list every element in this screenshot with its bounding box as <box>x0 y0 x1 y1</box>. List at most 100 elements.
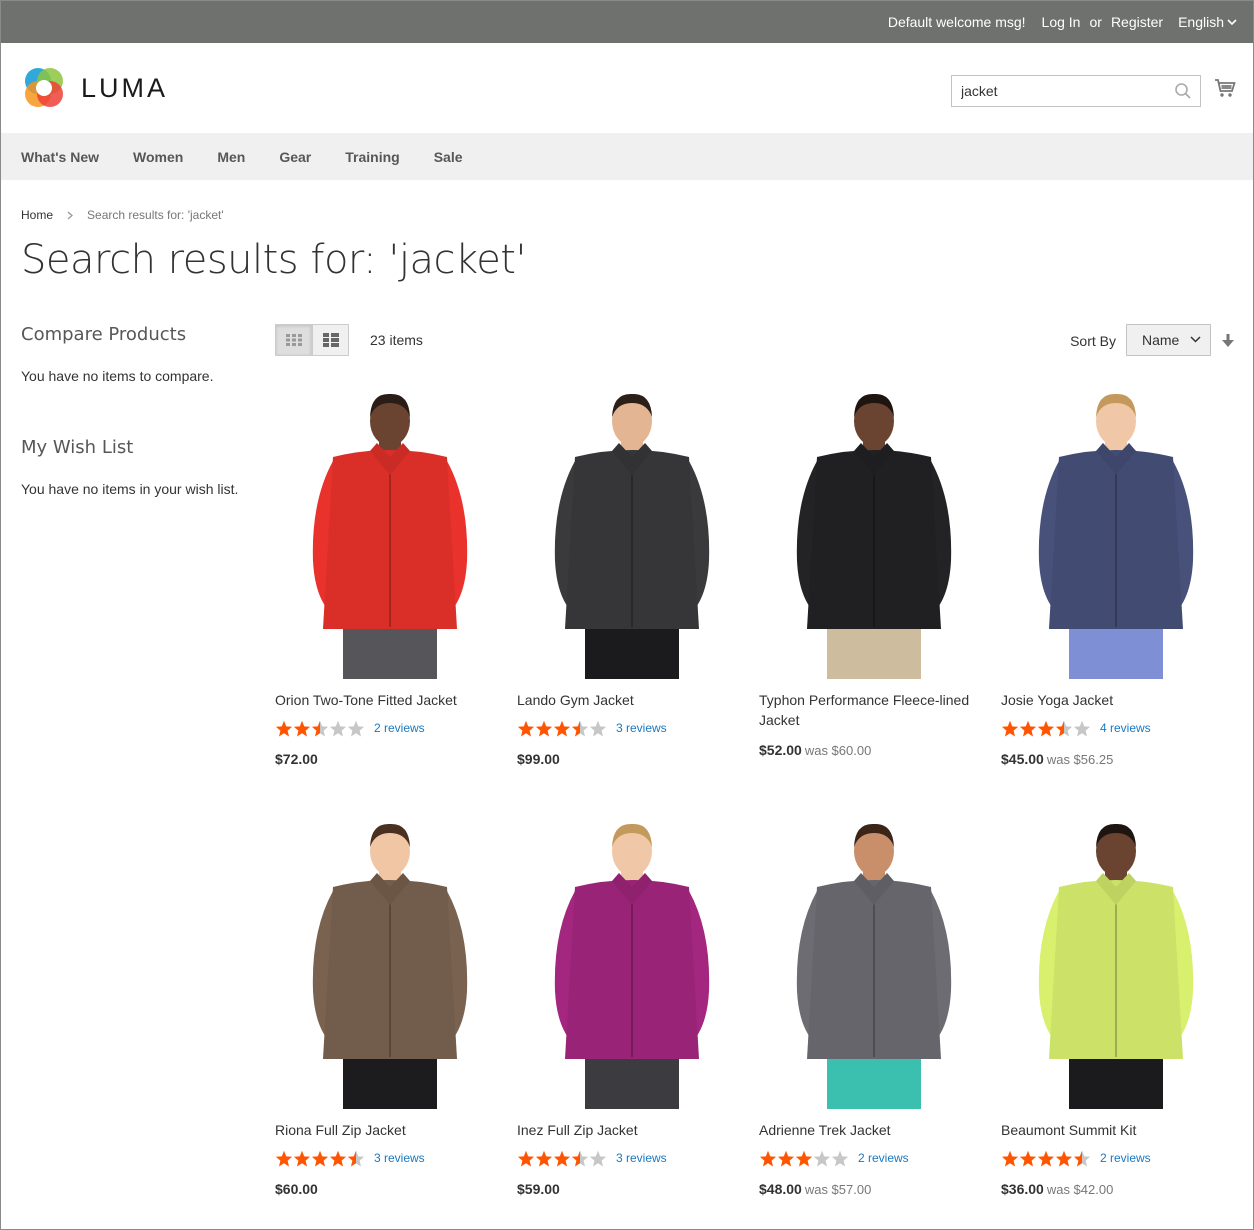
sort-by-label: Sort By <box>1070 333 1116 349</box>
product-name[interactable]: Orion Two-Tone Fitted Jacket <box>275 690 505 710</box>
star-icon <box>347 1150 365 1166</box>
or-text: or <box>1089 14 1102 30</box>
star-icon <box>553 720 571 736</box>
price-box: $59.00 <box>517 1181 747 1197</box>
product-card[interactable]: Typhon Performance Fleece-lined Jacket $5… <box>759 391 989 758</box>
old-price: was $57.00 <box>804 1182 872 1197</box>
old-price: was $42.00 <box>1046 1182 1114 1197</box>
product-rating: 3 reviews <box>517 719 747 737</box>
price-box: $72.00 <box>275 751 505 767</box>
nav-item-women[interactable]: Women <box>133 149 183 165</box>
breadcrumb: Home Search results for: 'jacket' <box>21 208 224 222</box>
language-switcher[interactable]: English <box>1178 14 1237 30</box>
rating-stars <box>1001 1150 1091 1167</box>
wishlist-block: My Wish List You have no items in your w… <box>21 437 241 499</box>
nav-item-training[interactable]: Training <box>345 149 399 165</box>
product-photo <box>554 393 710 679</box>
product-card[interactable]: Beaumont Summit Kit 2 reviews $36.00 was $4… <box>1001 821 1231 1197</box>
price-box: $48.00 was $57.00 <box>759 1181 989 1197</box>
star-icon <box>759 1150 777 1166</box>
star-icon <box>777 1150 795 1166</box>
reviews-link[interactable]: 2 reviews <box>374 721 425 735</box>
search-input[interactable] <box>961 76 1166 106</box>
product-card[interactable]: Adrienne Trek Jacket 2 reviews $48.00 was $… <box>759 821 989 1197</box>
reviews-link[interactable]: 4 reviews <box>1100 721 1151 735</box>
product-rating: 2 reviews <box>1001 1149 1231 1167</box>
star-icon <box>571 1150 589 1166</box>
product-name[interactable]: Lando Gym Jacket <box>517 690 747 710</box>
product-image[interactable] <box>759 391 989 679</box>
star-icon <box>329 720 347 736</box>
product-name[interactable]: Josie Yoga Jacket <box>1001 690 1231 710</box>
nav-item-men[interactable]: Men <box>217 149 245 165</box>
star-icon <box>311 720 329 736</box>
product-price: $45.00 <box>1001 751 1044 767</box>
product-name[interactable]: Typhon Performance Fleece-lined Jacket <box>759 690 989 730</box>
shopping-cart-icon[interactable] <box>1214 77 1236 99</box>
list-view-button[interactable] <box>312 324 349 356</box>
items-count: 23 items <box>370 332 423 348</box>
grid-view-button[interactable] <box>275 324 312 356</box>
star-icon <box>589 1150 607 1166</box>
rating-stars <box>275 720 365 737</box>
star-icon <box>1019 1150 1037 1166</box>
logo[interactable]: LUMA <box>21 65 168 111</box>
product-name[interactable]: Riona Full Zip Jacket <box>275 1120 505 1140</box>
price-box: $52.00 was $60.00 <box>759 742 989 758</box>
reviews-link[interactable]: 3 reviews <box>616 1151 667 1165</box>
search-field[interactable] <box>951 75 1201 107</box>
login-link[interactable]: Log In <box>1042 14 1081 30</box>
star-icon <box>1055 1150 1073 1166</box>
sort-direction-arrow-icon[interactable] <box>1222 334 1234 348</box>
product-rating: 3 reviews <box>517 1149 747 1167</box>
product-card[interactable]: Inez Full Zip Jacket 3 reviews $59.00 <box>517 821 747 1197</box>
breadcrumb-home[interactable]: Home <box>21 208 53 222</box>
search-icon[interactable] <box>1174 82 1192 100</box>
product-card[interactable]: Riona Full Zip Jacket 3 reviews $60.00 <box>275 821 505 1197</box>
product-card[interactable]: Josie Yoga Jacket 4 reviews $45.00 was $56.… <box>1001 391 1231 767</box>
product-photo <box>796 823 952 1109</box>
nav-item-gear[interactable]: Gear <box>279 149 311 165</box>
product-card[interactable]: Lando Gym Jacket 3 reviews $99.00 <box>517 391 747 767</box>
product-photo <box>796 393 952 679</box>
nav-item-sale[interactable]: Sale <box>434 149 463 165</box>
product-image[interactable] <box>1001 391 1231 679</box>
product-image[interactable] <box>275 821 505 1109</box>
rating-stars <box>275 1150 365 1167</box>
reviews-link[interactable]: 2 reviews <box>1100 1151 1151 1165</box>
product-name[interactable]: Inez Full Zip Jacket <box>517 1120 747 1140</box>
old-price: was $56.25 <box>1046 752 1114 767</box>
star-icon <box>1001 1150 1019 1166</box>
product-rating: 4 reviews <box>1001 719 1231 737</box>
register-link[interactable]: Register <box>1111 14 1163 30</box>
sort-by-value: Name <box>1142 332 1180 348</box>
product-image[interactable] <box>517 391 747 679</box>
product-image[interactable] <box>275 391 505 679</box>
nav-item-whats-new[interactable]: What's New <box>21 149 99 165</box>
old-price: was $60.00 <box>804 743 872 758</box>
star-icon <box>795 1150 813 1166</box>
price-box: $60.00 <box>275 1181 505 1197</box>
logo-text: LUMA <box>81 72 169 103</box>
sort-by-select[interactable]: Name <box>1126 324 1211 356</box>
star-icon <box>535 720 553 736</box>
product-photo <box>312 393 468 679</box>
product-name[interactable]: Beaumont Summit Kit <box>1001 1120 1231 1140</box>
product-name[interactable]: Adrienne Trek Jacket <box>759 1120 989 1140</box>
reviews-link[interactable]: 3 reviews <box>374 1151 425 1165</box>
reviews-link[interactable]: 3 reviews <box>616 721 667 735</box>
product-image[interactable] <box>1001 821 1231 1109</box>
reviews-link[interactable]: 2 reviews <box>858 1151 909 1165</box>
product-image[interactable] <box>759 821 989 1109</box>
product-card[interactable]: Orion Two-Tone Fitted Jacket 2 reviews $72… <box>275 391 505 767</box>
rating-stars <box>517 1150 607 1167</box>
price-box: $45.00 was $56.25 <box>1001 751 1231 767</box>
star-icon <box>571 720 589 736</box>
wishlist-empty-text: You have no items in your wish list. <box>21 481 239 497</box>
chevron-down-icon <box>1190 336 1201 343</box>
product-price: $99.00 <box>517 751 560 767</box>
star-icon <box>311 1150 329 1166</box>
product-price: $72.00 <box>275 751 318 767</box>
product-image[interactable] <box>517 821 747 1109</box>
welcome-message: Default welcome msg! <box>887 14 1026 30</box>
